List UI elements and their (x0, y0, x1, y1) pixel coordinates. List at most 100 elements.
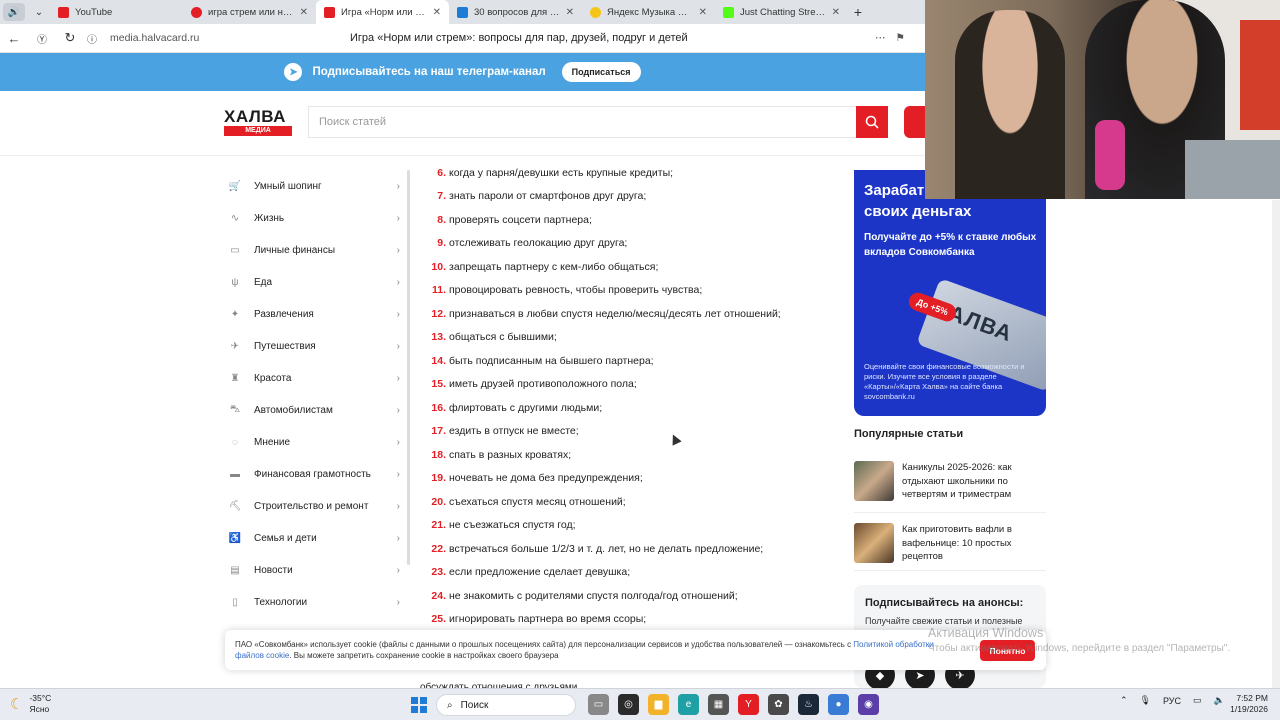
tab-2[interactable]: Игра «Норм или стрем»: вопросы ✕ (316, 0, 449, 24)
weather-status: Ясно (29, 704, 50, 714)
sidebar-item[interactable]: ✦ Развлечения › (224, 298, 404, 330)
search-button[interactable] (856, 106, 888, 138)
sidebar-item-label: Мнение (254, 436, 291, 448)
sidebar-item[interactable]: ♿ Семья и дети › (224, 522, 404, 554)
list-item: 15. иметь друзей противоположного пола; (428, 373, 838, 397)
list-item-text: знать пароли от смартфонов друг друга; (449, 190, 647, 203)
new-tab-plus-icon[interactable]: + (848, 2, 868, 22)
sidebar-item[interactable]: ▯ Технологии › (224, 586, 404, 618)
list-item-text: съехаться спустя месяц отношений; (449, 495, 626, 508)
tab-4[interactable]: Яндекс Музыка — собираем ✕ (582, 0, 715, 24)
sidebar-item[interactable]: ♜ Красота › (224, 362, 404, 394)
music-favicon-icon (590, 6, 601, 18)
category-sidebar: 🛒 Умный шопинг › ∿ Жизнь › ▭ Личные финансы › ψ Ед… (224, 170, 404, 618)
sidebar-item[interactable]: ◌ Мнение › (224, 426, 404, 458)
sidebar-item-label: Развлечения (254, 308, 314, 320)
site-info-icon[interactable]: ⓘ (84, 31, 100, 46)
sidebar-item[interactable]: ▬ Финансовая грамотность › (224, 458, 404, 490)
list-item-number: 22. (431, 542, 446, 555)
sidebar-item[interactable]: ψ Еда › (224, 266, 404, 298)
divider (854, 570, 1046, 571)
popular-article[interactable]: Как приготовить вафли в вафельнице: 10 п… (854, 523, 1046, 567)
list-item-number: 19. (431, 472, 446, 485)
pulse-icon: ∿ (230, 212, 240, 224)
back-arrow-icon[interactable]: ← (0, 31, 28, 46)
header-red-button[interactable] (904, 106, 925, 138)
list-item-text: когда у парня/девушки есть крупные креди… (449, 166, 674, 179)
chevron-down-icon[interactable]: ⌄ (28, 3, 50, 21)
list-item-number: 21. (431, 519, 446, 532)
app-icon[interactable]: ◎ (618, 694, 639, 715)
taskbar-search[interactable]: ⌕ Поиск (436, 694, 576, 716)
app-icon[interactable]: ✿ (768, 694, 789, 715)
close-tab-icon[interactable]: ✕ (699, 7, 707, 18)
sidebar-item[interactable]: ✈ Путешествия › (224, 330, 404, 362)
weather-widget[interactable]: ☾ -35°C Ясно (10, 693, 51, 715)
sidebar-item[interactable]: ▭ Личные финансы › (224, 234, 404, 266)
plane-icon: ✈ (230, 340, 240, 352)
popular-article[interactable]: Каникулы 2025-2026: как отдыхают школьни… (854, 461, 1046, 505)
cart-icon: 🛒 (228, 180, 242, 192)
list-item-text: проверять соцсети партнера; (449, 213, 592, 226)
volume-icon[interactable]: 🔈 (1214, 695, 1225, 706)
more-dots-icon[interactable]: ⋯ (875, 32, 886, 44)
list-item-number: 10. (431, 260, 446, 273)
article-thumbnail (854, 523, 894, 563)
url-field[interactable]: media.halvacard.ru (110, 32, 350, 44)
list-item-text: флиртовать с другими людьми; (449, 401, 603, 414)
store-icon[interactable]: ▦ (708, 694, 729, 715)
sidebar-item[interactable]: ∿ Жизнь › (224, 202, 404, 234)
yandex-logo-icon[interactable]: Ⓨ (28, 31, 56, 46)
tab-3[interactable]: 30 вопросов для игры «Стрем» ✕ (449, 0, 582, 24)
page-scrollbar[interactable] (1272, 200, 1280, 688)
halva-media-logo[interactable]: ХАЛВА МЕДИА (224, 108, 292, 136)
tab-5[interactable]: Just Chatting Streaming - Twitch ✕ (715, 0, 848, 24)
list-item: 21. не съезжаться спустя год; (428, 514, 838, 538)
sidebar-item-label: Жизнь (254, 212, 285, 224)
reload-icon[interactable]: ↻ (56, 30, 84, 46)
bookmark-icon[interactable]: ⚑ (896, 32, 905, 44)
close-tab-icon[interactable]: ✕ (433, 7, 441, 18)
list-item-number: 14. (431, 354, 446, 367)
task-view-icon[interactable]: ▭ (588, 694, 609, 715)
ad-subtext: Получайте до +5% к ставке любых вкладов … (864, 232, 1037, 258)
list-item-text: иметь друзей противоположного пола; (449, 378, 637, 391)
microphone-icon[interactable]: 🎙 (1140, 695, 1151, 706)
edge-icon[interactable]: e (678, 694, 699, 715)
yandex-browser-icon[interactable]: Y (738, 694, 759, 715)
speaker-icon[interactable]: 🔊 (3, 3, 25, 21)
sidebar-scrollbar[interactable] (407, 170, 410, 565)
chevron-up-icon[interactable]: ⌃ (1120, 695, 1128, 706)
explorer-folder-icon[interactable]: ▆ (648, 694, 669, 715)
build-icon: ⛏ (228, 500, 242, 512)
webcam-blanket (1185, 140, 1280, 199)
sidebar-item[interactable]: ⛏ Строительство и ремонт › (224, 490, 404, 522)
tab-1[interactable]: игра стрем или норм вопросы ✕ (183, 0, 316, 24)
monitor-icon[interactable]: ▭ (1193, 695, 1202, 706)
windows-start-icon[interactable] (411, 697, 427, 713)
chevron-right-icon: › (396, 532, 400, 544)
sidebar-item[interactable]: ⛍ Автомобилистам › (224, 394, 404, 426)
close-tab-icon[interactable]: ✕ (832, 7, 840, 18)
list-item-text: общаться с бывшими; (449, 331, 557, 344)
close-tab-icon[interactable]: ✕ (300, 7, 308, 18)
list-item-number: 20. (431, 495, 446, 508)
news-icon: ▤ (230, 564, 240, 576)
cookie-files-link[interactable]: файлов cookie (235, 651, 289, 660)
sovcombank-ad[interactable]: Зарабатывайте на своих деньгах Получайте… (854, 170, 1046, 416)
list-item-text: игнорировать партнера во время ссоры; (449, 613, 647, 626)
list-item: 18. спать в разных кроватях; (428, 443, 838, 467)
chrome-like-icon[interactable]: ● (828, 694, 849, 715)
taskbar-clock[interactable]: 7:52 PM 1/19/2026 (1226, 693, 1268, 715)
telegram-icon: ➤ (284, 63, 303, 81)
sidebar-item[interactable]: ▤ Новости › (224, 554, 404, 586)
obs-icon[interactable]: ◉ (858, 694, 879, 715)
sidebar-item[interactable]: 🛒 Умный шопинг › (224, 170, 404, 202)
steam-icon[interactable]: ♨ (798, 694, 819, 715)
telegram-subscribe-button[interactable]: Подписаться (561, 62, 641, 82)
search-input[interactable] (309, 107, 849, 137)
cookie-policy-link[interactable]: Политикой обработки (853, 640, 933, 649)
close-tab-icon[interactable]: ✕ (566, 7, 574, 18)
tab-0[interactable]: YouTube (50, 0, 183, 24)
language-indicator[interactable]: РУС (1163, 696, 1181, 706)
